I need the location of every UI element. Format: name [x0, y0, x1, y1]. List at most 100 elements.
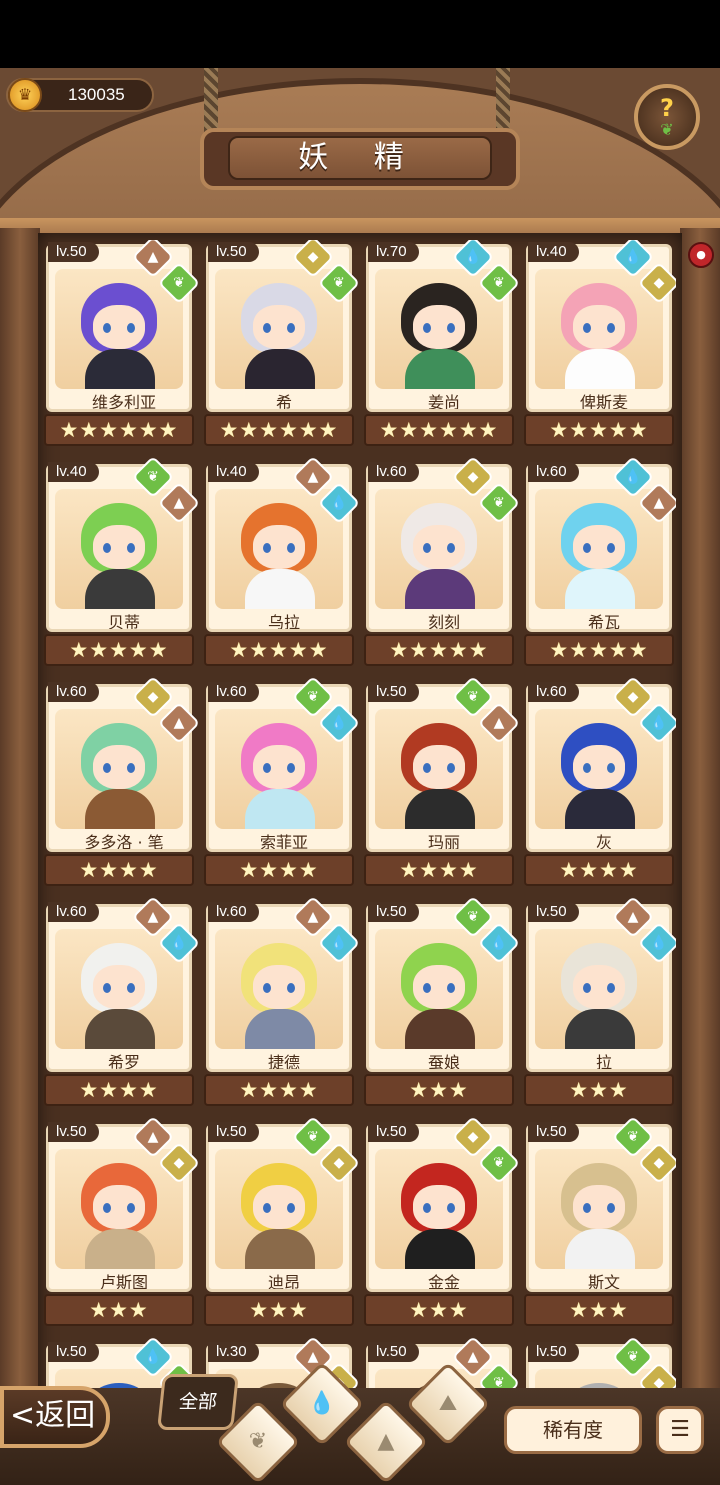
water-drop-icon: 💧 — [330, 715, 348, 731]
fairy-card[interactable]: 捷德 lv.60 ▲ 💧 ★★★★ — [204, 895, 361, 1110]
sprout-icon: ❦ — [173, 275, 185, 291]
sprout-icon: ❦ — [493, 1155, 505, 1171]
portrait-eye — [423, 323, 431, 333]
portrait-eye — [263, 323, 271, 333]
fairy-name: 蚕娘 — [427, 1053, 460, 1072]
portrait-face — [573, 745, 625, 789]
level-badge: lv.50 — [368, 1342, 419, 1362]
frame-right — [680, 228, 720, 1485]
fairy-card[interactable]: 多多洛 · 笔 lv.60 ◆ ▲ ★★★★ — [44, 675, 201, 890]
star-rating: ★★★ — [364, 1074, 514, 1106]
star-rating: ★★★★ — [204, 1074, 354, 1106]
level-badge: lv.50 — [528, 902, 579, 922]
level-badge: lv.60 — [208, 902, 259, 922]
back-button[interactable]: <返回 — [0, 1386, 110, 1448]
portrait-eye — [263, 763, 271, 773]
portrait-face — [413, 745, 465, 789]
portrait-eye — [607, 543, 615, 553]
portrait-body — [565, 789, 635, 829]
fairy-card[interactable]: 金金 lv.50 ◆ ❦ ★★★ — [364, 1115, 521, 1330]
portrait-eye — [263, 1203, 271, 1213]
sprout-icon: ❦ — [493, 275, 505, 291]
fairy-card[interactable]: 乌拉 lv.40 ▲ 💧 ★★★★★ — [204, 455, 361, 670]
star-rating: ★★★★★ — [524, 414, 674, 446]
portrait-face — [253, 1185, 305, 1229]
fairy-name: 姜尚 — [427, 393, 460, 412]
portrait-face — [413, 1185, 465, 1229]
portrait-face — [253, 305, 305, 349]
portrait-eye — [127, 543, 135, 553]
portrait-eye — [447, 983, 455, 993]
fairy-card[interactable]: 希瓦 lv.60 💧 ▲ ★★★★★ — [524, 455, 676, 670]
status-bar-area — [0, 0, 720, 68]
fairy-name: 玛丽 — [427, 833, 460, 852]
fairy-name: 贝蒂 — [107, 613, 140, 632]
fairy-name: 希 — [275, 393, 292, 412]
fairy-card[interactable]: 拉 lv.50 ▲ 💧 ★★★ — [524, 895, 676, 1110]
portrait-eye — [607, 1203, 615, 1213]
fairy-name: 希瓦 — [587, 613, 620, 632]
fairy-card[interactable]: 俾斯麦 lv.40 💧 ◆ ★★★★★ — [524, 240, 676, 450]
gem-icon: ◆ — [333, 1155, 345, 1171]
coin-amount: 130035 — [68, 85, 125, 104]
fairy-card[interactable]: 卢斯图 lv.50 ▲ ◆ ★★★ — [44, 1115, 201, 1330]
level-badge: lv.50 — [528, 1342, 579, 1362]
mountain-icon: ▲ — [653, 495, 665, 511]
portrait-face — [93, 745, 145, 789]
star-rating: ★★★★★★ — [204, 414, 354, 446]
fairy-card[interactable]: 蚕娘 lv.50 ❦ 💧 ★★★ — [364, 895, 521, 1110]
portrait-body — [565, 1229, 635, 1269]
rock-icon: ⛰ — [438, 1391, 458, 1416]
fairy-card[interactable]: 斯文 lv.50 ❦ ◆ ★★★ — [524, 1115, 676, 1330]
sort-order-button[interactable]: ☰ — [656, 1406, 704, 1454]
fairy-card[interactable]: 姜尚 lv.70 💧 ❦ ★★★★★★ — [364, 240, 521, 450]
portrait-body — [405, 349, 475, 389]
portrait-eye — [127, 323, 135, 333]
fairy-card[interactable]: 迪昂 lv.50 ❦ ◆ ★★★ — [204, 1115, 361, 1330]
help-button[interactable]: ? ❦ — [634, 84, 700, 150]
mountain-icon: ▲ — [173, 495, 185, 511]
fairy-name: 卢斯图 — [99, 1273, 148, 1292]
portrait-face — [93, 1185, 145, 1229]
portrait-face — [413, 965, 465, 1009]
fairy-card[interactable]: 希罗 lv.60 ▲ 💧 ★★★★ — [44, 895, 201, 1110]
portrait-body — [405, 1229, 475, 1269]
water-drop-icon: 💧 — [330, 495, 348, 511]
portrait-body — [405, 789, 475, 829]
portrait-eye — [263, 983, 271, 993]
level-badge: lv.50 — [48, 1122, 99, 1142]
portrait-body — [565, 1009, 635, 1049]
fairy-card[interactable]: 贝蒂 lv.40 ❦ ▲ ★★★★★ — [44, 455, 201, 670]
portrait-face — [253, 525, 305, 569]
star-rating: ★★★★★ — [364, 634, 514, 666]
fairy-card[interactable]: 刻刻 lv.60 ◆ ❦ ★★★★★ — [364, 455, 521, 670]
fairy-card[interactable]: 索菲亚 lv.60 ❦ 💧 ★★★★ — [204, 675, 361, 890]
filter-all-button[interactable]: 全部 — [157, 1374, 239, 1430]
level-badge: lv.50 — [48, 1342, 99, 1362]
portrait-eye — [287, 543, 295, 553]
fairy-name: 金金 — [427, 1273, 460, 1292]
portrait-body — [565, 349, 635, 389]
portrait-face — [413, 525, 465, 569]
fairy-card[interactable]: 玛丽 lv.50 ❦ ▲ ★★★★ — [364, 675, 521, 890]
portrait-eye — [103, 1203, 111, 1213]
fairy-name: 捷德 — [267, 1053, 300, 1072]
fairy-card[interactable]: 灰 lv.60 ◆ 💧 ★★★★ — [524, 675, 676, 890]
level-badge: lv.30 — [208, 1342, 259, 1362]
portrait-eye — [103, 323, 111, 333]
fairy-name: 乌拉 — [267, 613, 300, 632]
gem-icon: ◆ — [653, 275, 665, 291]
ladybug-icon[interactable]: ● — [688, 242, 714, 268]
fairy-card[interactable]: 希 lv.50 ◆ ❦ ★★★★★★ — [204, 240, 361, 450]
portrait-eye — [583, 543, 591, 553]
fairy-card[interactable]: lv.50 ❦ ◆ — [524, 1335, 676, 1390]
fairy-name: 迪昂 — [267, 1273, 300, 1292]
portrait-eye — [103, 543, 111, 553]
fairy-card[interactable]: 维多利亚 lv.50 ▲ ❦ ★★★★★★ — [44, 240, 201, 450]
fairy-name: 灰 — [595, 833, 612, 852]
star-rating: ★★★★ — [44, 854, 194, 886]
star-rating: ★★★★★★ — [364, 414, 514, 446]
portrait-face — [573, 965, 625, 1009]
fairy-name: 拉 — [595, 1053, 612, 1072]
sort-rarity-button[interactable]: 稀有度 — [504, 1406, 642, 1454]
